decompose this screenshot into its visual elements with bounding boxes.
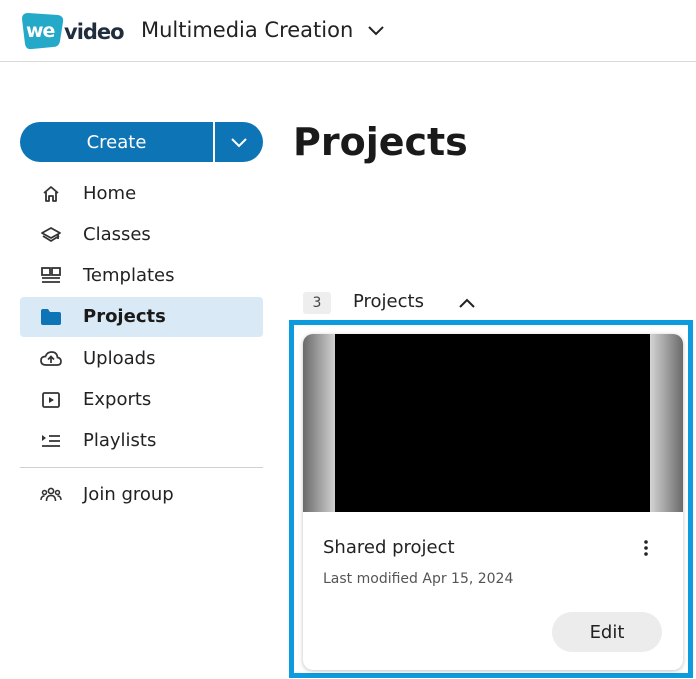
sidebar-item-label: Playlists: [83, 430, 157, 451]
home-icon: [40, 184, 62, 204]
chevron-down-icon: [231, 138, 247, 148]
create-dropdown-button[interactable]: [215, 122, 263, 162]
sidebar-item-label: Templates: [83, 265, 175, 286]
sidebar-item-label: Uploads: [83, 348, 156, 369]
templates-icon: [40, 266, 62, 286]
top-bar: we video Multimedia Creation: [0, 0, 696, 62]
playlist-icon: [40, 431, 62, 451]
layers-icon: [40, 225, 62, 245]
sidebar-item-classes[interactable]: Classes: [20, 215, 263, 255]
project-last-modified: Last modified Apr 15, 2024: [323, 571, 514, 587]
sidebar-item-playlists[interactable]: Playlists: [20, 421, 263, 461]
logo-video-text: video: [64, 20, 125, 44]
more-options-icon[interactable]: [636, 537, 656, 559]
chevron-up-icon[interactable]: [457, 295, 477, 311]
sidebar-item-label: Exports: [83, 389, 152, 410]
sidebar-item-templates[interactable]: Templates: [20, 256, 263, 296]
logo-we-text: we: [26, 20, 55, 42]
chevron-down-icon[interactable]: [366, 22, 386, 38]
sidebar-item-projects[interactable]: Projects: [20, 297, 263, 337]
sidebar-item-exports[interactable]: Exports: [20, 380, 263, 420]
project-title[interactable]: Shared project: [323, 537, 455, 558]
sidebar-item-home[interactable]: Home: [20, 174, 263, 214]
sidebar-item-uploads[interactable]: Uploads: [20, 339, 263, 379]
folder-icon: [40, 307, 62, 327]
play-box-icon: [40, 390, 62, 410]
page-title: Projects: [293, 120, 468, 164]
workspace-name[interactable]: Multimedia Creation: [141, 18, 353, 42]
group-icon: [40, 485, 62, 505]
projects-group-label[interactable]: Projects: [353, 291, 424, 312]
create-button-group: Create: [20, 122, 263, 162]
sidebar-item-label: Join group: [83, 484, 174, 505]
sidebar-item-label: Classes: [83, 224, 151, 245]
thumbnail-video-frame: [335, 334, 650, 512]
sidebar-item-join-group[interactable]: Join group: [20, 475, 263, 515]
create-button[interactable]: Create: [20, 122, 213, 162]
sidebar-item-label: Home: [83, 183, 137, 204]
project-thumbnail[interactable]: [303, 334, 683, 512]
cloud-upload-icon: [40, 349, 62, 369]
edit-button[interactable]: Edit: [552, 612, 662, 652]
sidebar-item-label: Projects: [83, 306, 166, 327]
projects-count-badge: 3: [303, 292, 331, 314]
project-card[interactable]: Shared project Last modified Apr 15, 202…: [303, 334, 683, 670]
sidebar-divider: [20, 467, 263, 468]
wevideo-logo[interactable]: we video: [20, 11, 130, 51]
